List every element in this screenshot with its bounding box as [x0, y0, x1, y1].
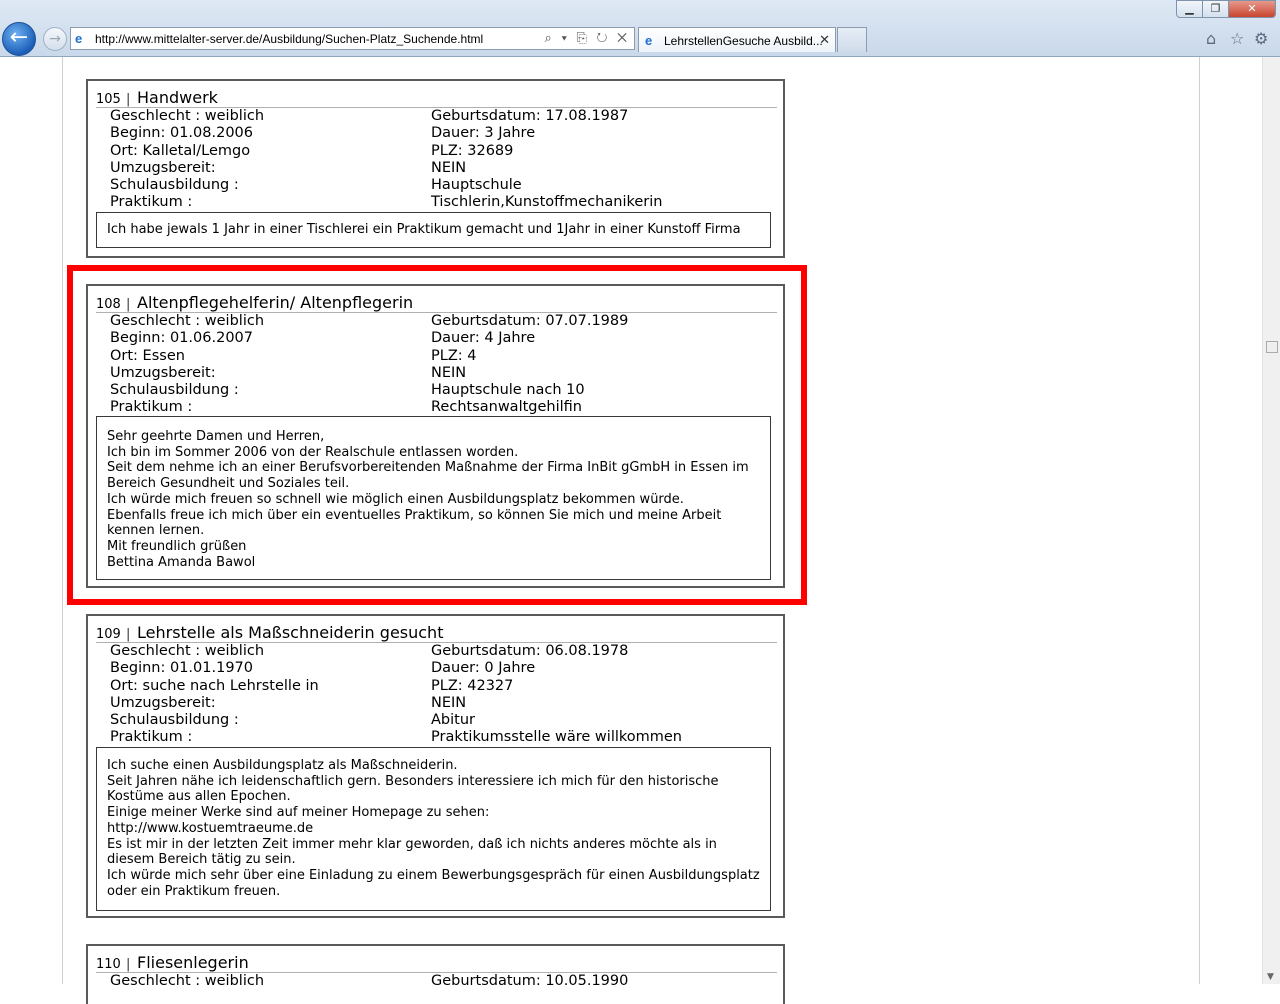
scroll-down-icon[interactable]: ▼ [1267, 972, 1274, 982]
birthdate: Geburtsdatum: 17.08.1987 [431, 108, 629, 124]
listing-title: Lehrstelle als Maßschneiderin gesucht [137, 623, 444, 642]
gender: Geschlecht : weiblich [110, 643, 265, 659]
favorites-star-icon[interactable]: ☆ [1230, 29, 1244, 48]
listing-number: 105 [96, 92, 121, 107]
ie-page-icon: e [75, 31, 83, 46]
birthdate: Geburtsdatum: 06.08.1978 [431, 643, 629, 659]
address-bar[interactable]: e http://www.mittelalter-server.de/Ausbi… [70, 27, 635, 50]
listing-105: 105 | Handwerk Geschlecht : weiblich Gebu… [86, 79, 785, 258]
listing-separator: | [126, 92, 131, 107]
tab-title: LehrstellenGesuche Ausbild... [664, 34, 823, 48]
tab-close-icon[interactable]: ✕ [819, 32, 830, 48]
tab-active[interactable]: e LehrstellenGesuche Ausbild... ✕ [638, 27, 836, 52]
duration: Dauer: 0 Jahre [431, 660, 536, 677]
relocation-value: NEIN [431, 159, 467, 176]
location: Ort: suche nach Lehrstelle in [110, 677, 319, 694]
gender: Geschlecht : weiblich [110, 973, 265, 989]
listing-header: 109 | Lehrstelle als Maßschneiderin gesu… [96, 622, 777, 643]
home-icon[interactable]: ⌂ [1206, 29, 1216, 48]
browser-toolbar: ▁ ❐ ✕ ← → e http://www.mittelalter-serve… [0, 0, 1280, 57]
address-url[interactable]: http://www.mittelalter-server.de/Ausbild… [95, 32, 483, 46]
gender: Geschlecht : weiblich [110, 108, 265, 124]
relocation-value: NEIN [431, 694, 467, 711]
listing-number: 110 [96, 957, 121, 972]
address-tools[interactable]: ⌕ ▾ ⎘ ↻ ✕ [545, 30, 630, 46]
tab-ie-icon: e [645, 33, 653, 48]
internship-label: Praktikum : [110, 729, 193, 746]
maximize-button[interactable]: ❐ [1202, 0, 1229, 18]
schooling-label: Schulausbildung : [110, 177, 239, 194]
new-tab-button[interactable] [837, 27, 867, 52]
duration: Dauer: 3 Jahre [431, 125, 536, 142]
start-date: Beginn: 01.01.1970 [110, 660, 253, 677]
schooling-value: Hauptschule [431, 177, 522, 194]
listing-message: Ich habe jewals 1 Jahr in einer Tischler… [96, 212, 771, 248]
relocation-label: Umzugsbereit: [110, 694, 216, 711]
vertical-scrollbar[interactable]: ▼ [1262, 57, 1280, 984]
start-date: Beginn: 01.08.2006 [110, 125, 253, 142]
close-window-button[interactable]: ✕ [1228, 0, 1276, 18]
relocation-label: Umzugsbereit: [110, 159, 216, 176]
listing-header: 105 | Handwerk [96, 87, 777, 108]
forward-arrow-icon: → [49, 31, 61, 47]
internship-value: Praktikumsstelle wäre willkommen [431, 729, 682, 746]
back-arrow-icon: ← [9, 25, 29, 50]
schooling-label: Schulausbildung : [110, 712, 239, 729]
internship-label: Praktikum : [110, 194, 193, 211]
listing-title: Handwerk [137, 88, 218, 107]
postal-code: PLZ: 42327 [431, 677, 514, 694]
schooling-value: Abitur [431, 712, 475, 729]
listing-title: Fliesenlegerin [137, 953, 249, 972]
highlight-box [67, 265, 807, 605]
listing-header: 110 | Fliesenlegerin [96, 952, 777, 973]
scrollbar-thumb[interactable] [1266, 341, 1278, 353]
listing-message: Ich suche einen Ausbildungsplatz als Maß… [96, 747, 771, 911]
listing-separator: | [126, 957, 131, 972]
birthdate: Geburtsdatum: 10.05.1990 [431, 973, 629, 989]
internship-value: Tischlerin,Kunstoffmechanikerin [431, 194, 663, 211]
listing-109: 109 | Lehrstelle als Maßschneiderin gesu… [86, 614, 785, 918]
gear-icon[interactable]: ⚙ [1254, 29, 1268, 48]
back-button[interactable]: ← [2, 22, 36, 56]
listing-110: 110 | Fliesenlegerin Geschlecht : weibli… [86, 944, 785, 1004]
postal-code: PLZ: 32689 [431, 142, 514, 159]
forward-button[interactable]: → [43, 27, 67, 51]
listing-number: 109 [96, 627, 121, 642]
minimize-button[interactable]: ▁ [1176, 0, 1203, 18]
listing-separator: | [126, 627, 131, 642]
location: Ort: Kalletal/Lemgo [110, 142, 251, 159]
